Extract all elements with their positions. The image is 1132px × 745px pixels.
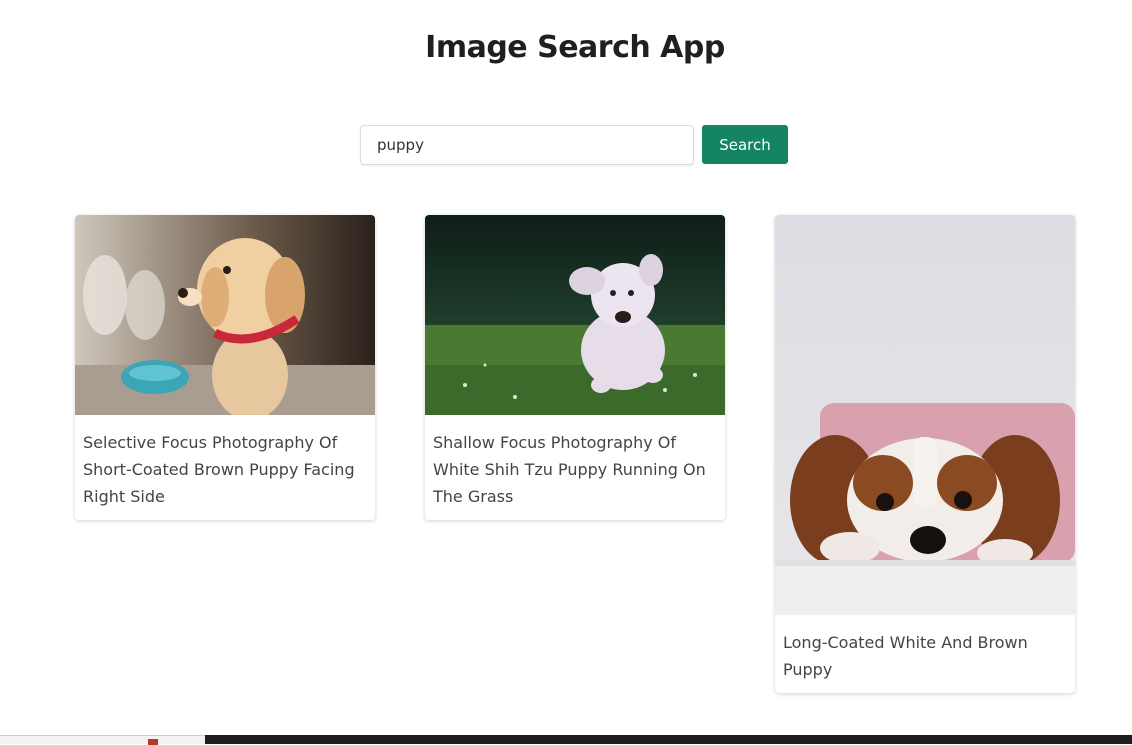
- search-input[interactable]: [360, 125, 694, 165]
- result-image[interactable]: [75, 215, 375, 415]
- result-image[interactable]: [425, 215, 725, 415]
- result-card[interactable]: Long-Coated White And Brown Puppy: [775, 215, 1075, 693]
- taskbar-strip: [205, 735, 1132, 744]
- taskbar: [0, 735, 1132, 745]
- search-bar: Search: [360, 125, 788, 165]
- search-button[interactable]: Search: [702, 125, 788, 164]
- page-title: Image Search App: [425, 30, 725, 65]
- result-caption: Selective Focus Photography Of Short-Coa…: [83, 433, 355, 506]
- result-card[interactable]: Shallow Focus Photography Of White Shih …: [425, 215, 725, 520]
- result-caption: Long-Coated White And Brown Puppy: [783, 633, 1028, 679]
- result-card[interactable]: Selective Focus Photography Of Short-Coa…: [75, 215, 375, 520]
- taskbar-tab[interactable]: [0, 735, 205, 745]
- app-icon: [148, 739, 158, 745]
- result-image[interactable]: [775, 215, 1075, 615]
- result-caption: Shallow Focus Photography Of White Shih …: [433, 433, 706, 506]
